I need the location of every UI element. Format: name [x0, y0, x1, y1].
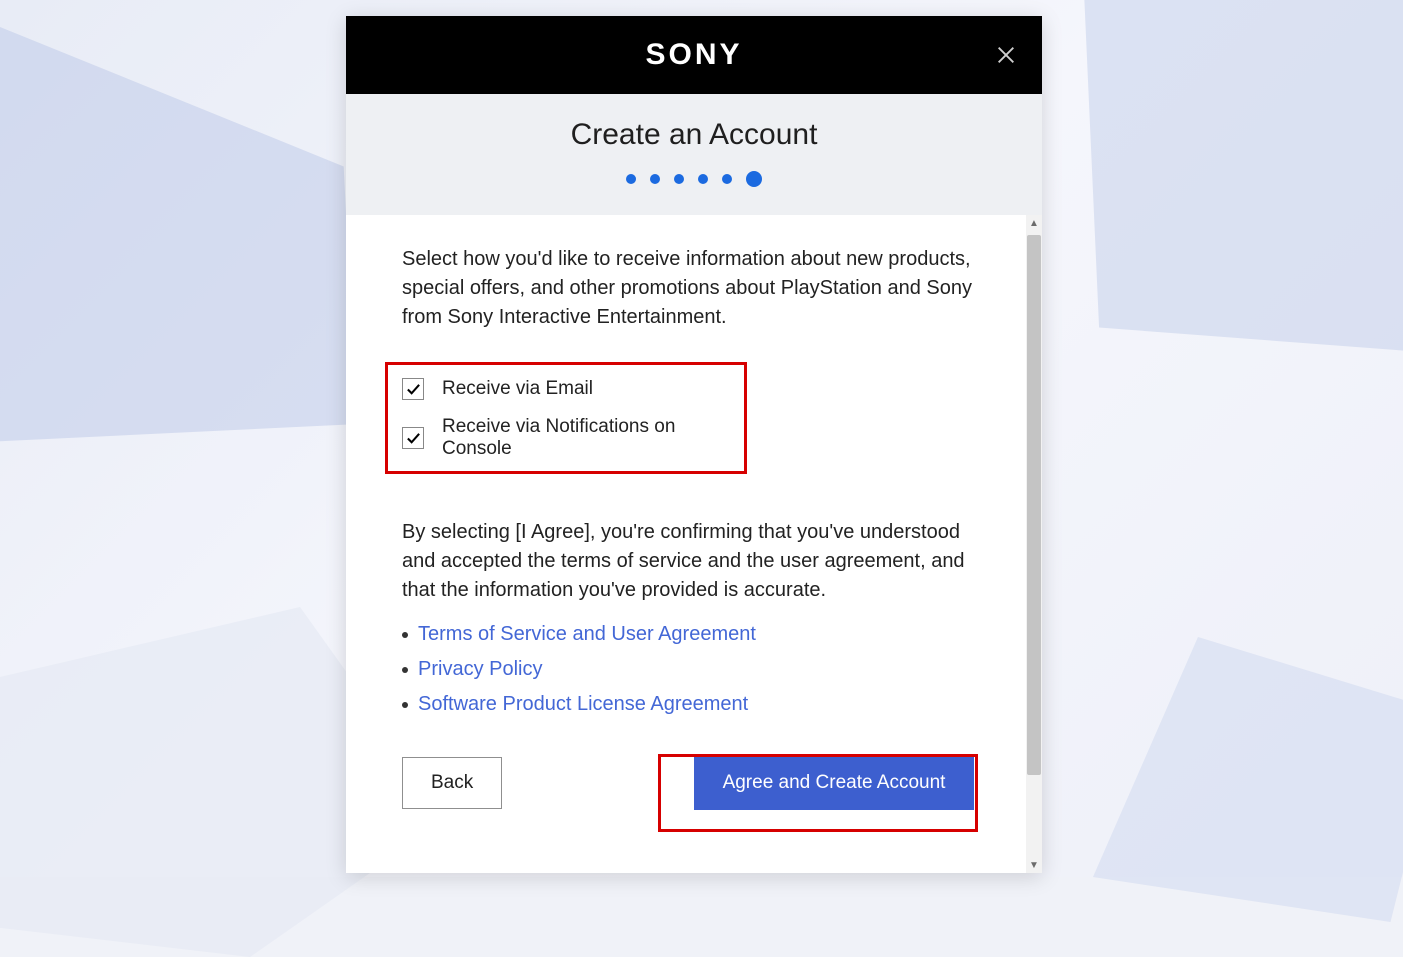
close-button[interactable]	[988, 37, 1024, 73]
checkbox-row-email: Receive via Email	[402, 378, 736, 400]
modal-body-wrapper: ▲ ▼ Select how you'd like to receive inf…	[346, 215, 1042, 873]
intro-paragraph: Select how you'd like to receive informa…	[402, 245, 982, 332]
checkbox-email[interactable]	[402, 378, 424, 400]
scroll-down-icon[interactable]: ▼	[1026, 857, 1042, 873]
progress-indicator	[366, 174, 1022, 187]
agree-paragraph: By selecting [I Agree], you're confirmin…	[402, 518, 982, 605]
agree-create-account-button[interactable]: Agree and Create Account	[694, 756, 974, 810]
progress-dot-active	[746, 171, 762, 187]
checkbox-row-console: Receive via Notifications on Console	[402, 416, 736, 460]
link-privacy-policy[interactable]: Privacy Policy	[418, 658, 542, 681]
create-account-modal: SONY Create an Account ▲ ▼ Select how yo…	[346, 16, 1042, 873]
bullet-icon	[402, 632, 408, 638]
close-icon	[995, 44, 1017, 66]
list-item: Terms of Service and User Agreement	[402, 623, 982, 646]
link-license-agreement[interactable]: Software Product License Agreement	[418, 693, 748, 716]
legal-links-list: Terms of Service and User Agreement Priv…	[402, 623, 982, 716]
checkbox-group: Receive via Email Receive via Notificati…	[400, 354, 750, 490]
bullet-icon	[402, 702, 408, 708]
list-item: Software Product License Agreement	[402, 693, 982, 716]
modal-header: SONY	[346, 16, 1042, 94]
button-row: Back Agree and Create Account	[402, 748, 982, 818]
bullet-icon	[402, 667, 408, 673]
back-button[interactable]: Back	[402, 757, 502, 809]
checkbox-label-console: Receive via Notifications on Console	[442, 416, 736, 460]
checkmark-icon	[406, 382, 421, 397]
progress-dot	[626, 174, 636, 184]
progress-dot	[722, 174, 732, 184]
page-title: Create an Account	[366, 118, 1022, 152]
scroll-up-icon[interactable]: ▲	[1026, 215, 1042, 231]
progress-dot	[674, 174, 684, 184]
checkbox-console[interactable]	[402, 427, 424, 449]
modal-body: Select how you'd like to receive informa…	[346, 215, 1026, 873]
primary-button-wrapper: Agree and Create Account	[686, 748, 982, 818]
list-item: Privacy Policy	[402, 658, 982, 681]
modal-title-area: Create an Account	[346, 94, 1042, 215]
sony-logo: SONY	[645, 38, 742, 72]
checkmark-icon	[406, 431, 421, 446]
scrollbar-thumb[interactable]	[1027, 235, 1041, 775]
scrollbar[interactable]: ▲ ▼	[1026, 215, 1042, 873]
progress-dot	[650, 174, 660, 184]
checkbox-label-email: Receive via Email	[442, 378, 593, 400]
link-terms-of-service[interactable]: Terms of Service and User Agreement	[418, 623, 756, 646]
progress-dot	[698, 174, 708, 184]
